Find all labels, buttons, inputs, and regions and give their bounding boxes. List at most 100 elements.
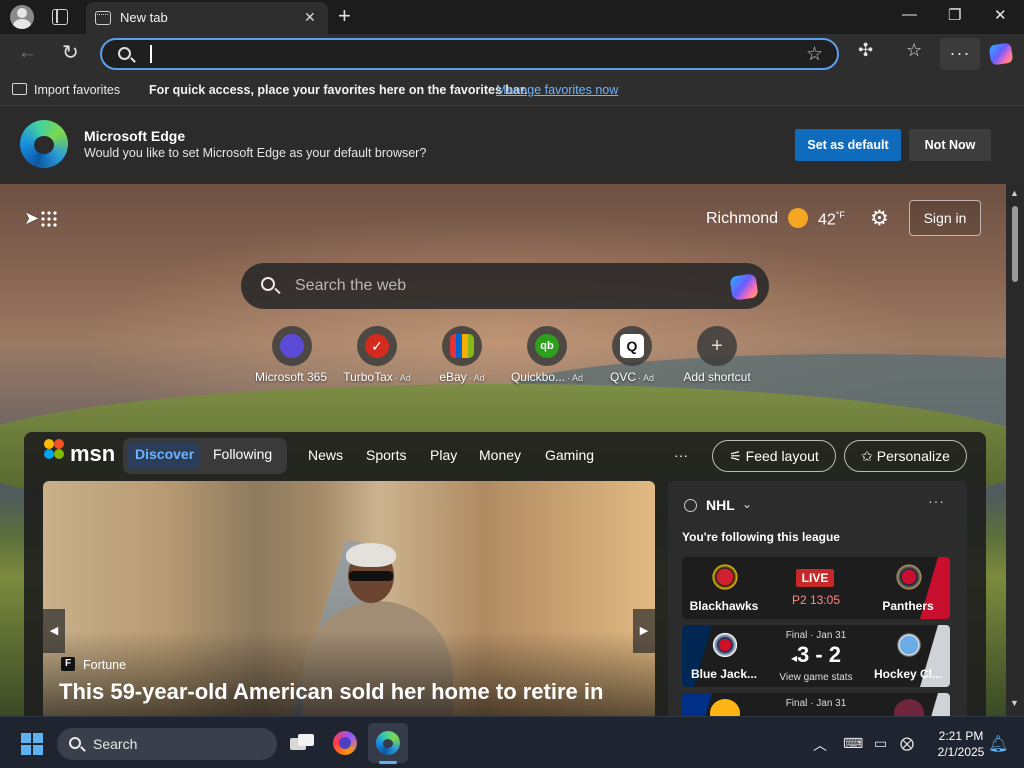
close-tab-icon[interactable]: ✕ xyxy=(304,9,316,26)
gear-icon[interactable]: ⚙ xyxy=(870,206,889,231)
windows-taskbar: Search ︿ ⌨ ▭ ⨂ 2:21 PM 2/1/2025 🔔︎ xyxy=(0,716,1024,768)
profile-avatar[interactable] xyxy=(10,5,34,29)
hero-article-card[interactable]: ◀ ▶ F Fortune This 59-year-old American … xyxy=(43,481,655,716)
nav-news[interactable]: News xyxy=(308,447,343,463)
banner-subtitle: Would you like to set Microsoft Edge as … xyxy=(84,146,427,160)
msn-feed: msn Discover Following News Sports Play … xyxy=(24,432,986,716)
new-tab-page: ➤ Richmond 42°F ⚙ Sign in Microsoft 365 … xyxy=(0,184,1006,716)
personalize-button[interactable]: ✩ Personalize xyxy=(844,440,967,472)
chevron-up-icon[interactable]: ︿ xyxy=(813,735,827,755)
plus-icon: + xyxy=(711,335,723,357)
scrollbar-thumb[interactable] xyxy=(1012,206,1018,282)
blue-jackets-logo-icon xyxy=(710,631,740,659)
manage-favorites-link[interactable]: Manage favorites now xyxy=(496,83,618,97)
back-arrow-icon[interactable]: ← xyxy=(18,42,37,64)
carousel-next-button[interactable]: ▶ xyxy=(633,609,655,653)
not-now-button[interactable]: Not Now xyxy=(909,129,991,161)
active-app-indicator xyxy=(379,761,397,764)
settings-more-button[interactable]: ··· xyxy=(940,38,980,70)
nav-play[interactable]: Play xyxy=(430,447,457,463)
sign-in-button[interactable]: Sign in xyxy=(909,200,981,236)
app-launcher-icon[interactable] xyxy=(40,210,58,228)
task-view-icon[interactable] xyxy=(290,734,314,752)
new-tab-page-icon xyxy=(95,11,111,25)
qvc-icon: Q xyxy=(620,334,644,358)
tab-actions-icon[interactable] xyxy=(52,9,68,25)
nhl-scores-card: NHL ⌄ ··· You're following this league B… xyxy=(668,481,967,716)
away-team: Hockey Cl... xyxy=(873,667,943,681)
windows-start-icon[interactable] xyxy=(21,733,43,755)
new-tab-button[interactable]: + xyxy=(338,3,351,29)
favorites-bar-hint: For quick access, place your favorites h… xyxy=(149,83,528,97)
following-league-text: You're following this league xyxy=(682,530,840,544)
shortcut-quickbooks[interactable]: qb Quickbo... · Ad xyxy=(504,326,590,384)
microsoft-365-icon xyxy=(280,334,304,358)
msn-logo[interactable]: msn xyxy=(70,441,115,467)
blues-logo-icon xyxy=(710,699,740,716)
shortcut-microsoft-365[interactable]: Microsoft 365 xyxy=(249,326,335,384)
favorites-bar: Import favorites For quick access, place… xyxy=(0,74,1024,106)
card-more-button[interactable]: ··· xyxy=(928,493,945,509)
league-title[interactable]: NHL xyxy=(706,497,735,513)
nav-money[interactable]: Money xyxy=(479,447,521,463)
nav-more-button[interactable]: ··· xyxy=(674,447,688,463)
taskbar-search[interactable]: Search xyxy=(57,728,277,760)
minimize-button[interactable]: — xyxy=(902,6,917,23)
game-status: Final · Jan 31 xyxy=(785,630,847,641)
banner-title: Microsoft Edge xyxy=(84,128,186,144)
carousel-prev-button[interactable]: ◀ xyxy=(43,609,65,653)
set-as-default-button[interactable]: Set as default xyxy=(795,129,901,161)
mouse-cursor-icon: ➤ xyxy=(24,208,40,228)
game-row[interactable]: Final · Jan 31 xyxy=(682,693,950,716)
view-game-stats-link[interactable]: View game stats xyxy=(766,672,866,683)
home-team: Blackhawks xyxy=(689,599,759,613)
favorite-star-icon[interactable]: ☆ xyxy=(806,43,823,66)
copilot-icon[interactable] xyxy=(729,273,759,301)
quickbooks-icon: qb xyxy=(535,334,559,358)
scroll-up-arrow-icon[interactable]: ▲ xyxy=(1010,188,1019,198)
weather-temperature[interactable]: 42°F xyxy=(818,210,845,229)
volume-muted-icon[interactable]: ⨂ xyxy=(900,735,914,752)
shortcut-turbotax[interactable]: ✓ TurboTax · Ad xyxy=(334,326,420,384)
add-shortcut-button[interactable]: + Add shortcut xyxy=(674,326,760,384)
tab-title: New tab xyxy=(120,10,168,25)
ebay-bag-icon xyxy=(450,334,474,358)
tab-following[interactable]: Following xyxy=(213,446,272,462)
turbotax-check-icon: ✓ xyxy=(365,334,389,358)
title-bar: New tab ✕ + — ❐ ✕ xyxy=(0,0,1024,34)
close-window-button[interactable]: ✕ xyxy=(994,6,1007,24)
network-icon[interactable]: ▭ xyxy=(874,735,887,752)
game-row[interactable]: Blackhawks LIVE P2 13:05 Panthers xyxy=(682,557,950,619)
shortcut-ebay[interactable]: eBay · Ad xyxy=(419,326,505,384)
notification-bell-icon[interactable]: 🔔︎ xyxy=(988,734,1008,754)
web-search-box[interactable] xyxy=(241,263,769,309)
restore-button[interactable]: ❐ xyxy=(948,6,961,24)
shortcut-qvc[interactable]: Q QVC · Ad xyxy=(589,326,675,384)
page-scrollbar[interactable]: ▲ ▼ xyxy=(1006,184,1024,716)
nav-sports[interactable]: Sports xyxy=(366,447,406,463)
keyboard-icon[interactable]: ⌨ xyxy=(843,735,863,752)
weather-city[interactable]: Richmond xyxy=(706,210,778,228)
tab-new-tab[interactable]: New tab ✕ xyxy=(86,2,328,34)
web-search-input[interactable] xyxy=(295,275,695,297)
copilot-icon[interactable] xyxy=(988,42,1014,66)
article-headline[interactable]: This 59-year-old American sold her home … xyxy=(59,679,603,705)
refresh-icon[interactable]: ↻ xyxy=(62,40,79,65)
import-favorites-button[interactable]: Import favorites xyxy=(34,83,120,97)
clock-time[interactable]: 2:21 PM xyxy=(936,729,986,743)
nav-gaming[interactable]: Gaming xyxy=(545,447,594,463)
game-status: Final · Jan 31 xyxy=(785,698,847,709)
favorites-star-icon[interactable]: ☆ xyxy=(906,40,922,61)
folder-import-icon xyxy=(12,83,27,95)
address-bar[interactable]: ☆ xyxy=(100,38,839,70)
clock-date[interactable]: 2/1/2025 xyxy=(930,745,992,759)
game-row[interactable]: Blue Jack... Final · Jan 31 ◂3 - 2 View … xyxy=(682,625,950,687)
feed-layout-button[interactable]: ⚟ Feed layout xyxy=(712,440,836,472)
extensions-puzzle-icon[interactable]: ✣ xyxy=(858,40,873,61)
chevron-down-icon[interactable]: ⌄ xyxy=(742,497,752,511)
tab-discover[interactable]: Discover xyxy=(135,446,194,462)
firefox-icon[interactable] xyxy=(333,731,357,755)
home-team: Blue Jack... xyxy=(690,667,758,681)
scroll-down-arrow-icon[interactable]: ▼ xyxy=(1010,698,1019,708)
address-input[interactable] xyxy=(154,43,794,65)
